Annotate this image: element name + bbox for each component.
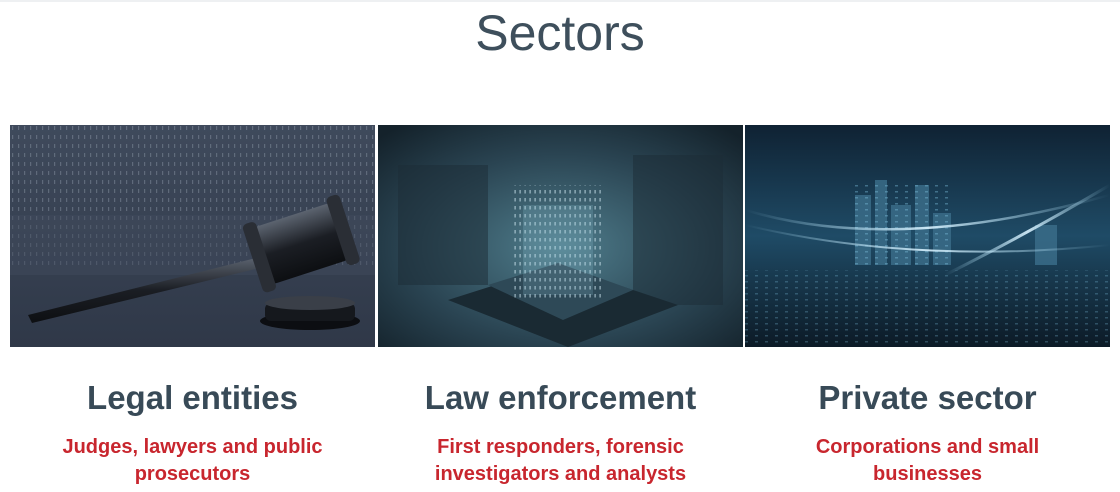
- sector-subtitle: Judges, lawyers and public prosecutors: [62, 436, 323, 485]
- sector-subtitle: Corporations and small businesses: [815, 436, 1040, 485]
- top-divider: [0, 0, 1120, 2]
- circuit-chip-image[interactable]: [378, 125, 743, 347]
- sectors-section: Sectors Legal entities Judges, lawyers a…: [0, 0, 1120, 492]
- sector-card-law-enforcement[interactable]: Law enforcement First responders, forens…: [378, 125, 743, 485]
- sector-card-legal[interactable]: Legal entities Judges, lawyers and publi…: [10, 125, 375, 485]
- sector-title[interactable]: Private sector: [745, 378, 1110, 418]
- sector-title[interactable]: Law enforcement: [378, 378, 743, 418]
- sector-title[interactable]: Legal entities: [10, 378, 375, 418]
- gavel-image[interactable]: [10, 125, 375, 347]
- sector-subtitle: First responders, forensic investigators…: [434, 436, 687, 485]
- sector-card-private[interactable]: Private sector Corporations and small bu…: [745, 125, 1110, 485]
- page-title: Sectors: [475, 5, 645, 61]
- city-lights-image[interactable]: [745, 125, 1110, 347]
